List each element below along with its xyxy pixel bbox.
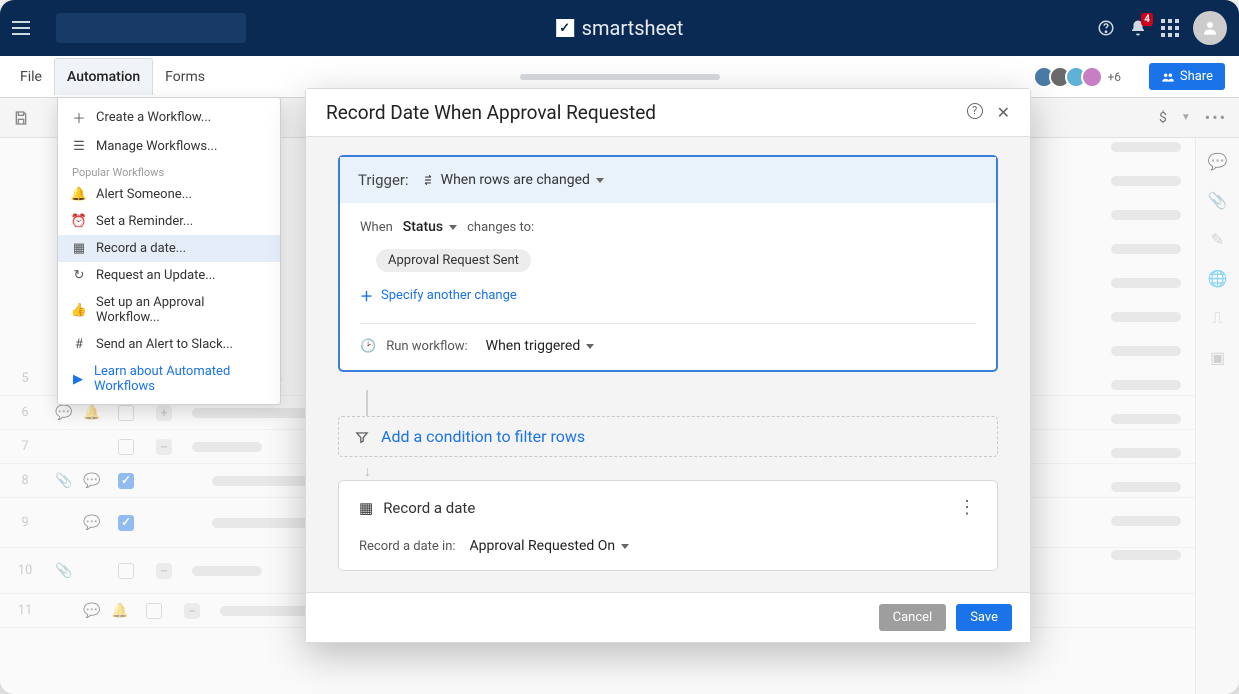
run-label: Run workflow: xyxy=(386,339,467,354)
menu-set-reminder[interactable]: ⏰Set a Reminder... xyxy=(58,208,280,235)
automation-dropdown: ＋Create a Workflow... ☰Manage Workflows.… xyxy=(57,97,281,405)
trigger-block: Trigger: When rows are changed When Stat… xyxy=(338,155,998,372)
menu-slack-alert[interactable]: #Send an Alert to Slack... xyxy=(58,331,280,358)
modal-title: Record Date When Approval Requested xyxy=(326,101,656,124)
app-header: ✓ smartsheet 4 xyxy=(0,0,1239,56)
menu-request-update[interactable]: ↻Request an Update... xyxy=(58,262,280,289)
logo-icon: ✓ xyxy=(556,19,574,37)
close-icon[interactable]: ✕ xyxy=(997,103,1010,122)
kebab-icon[interactable]: ⋮ xyxy=(958,497,977,518)
menu-alert-someone[interactable]: 🔔Alert Someone... xyxy=(58,181,280,208)
save-icon[interactable] xyxy=(12,109,30,127)
currency-icon[interactable]: $ xyxy=(1159,110,1167,126)
trigger-label: Trigger: xyxy=(358,171,409,189)
menu-record-date[interactable]: ▦Record a date... xyxy=(58,235,280,262)
when-label: When xyxy=(360,220,393,235)
clock-icon: 🕑 xyxy=(360,339,376,354)
menu-approval-workflow[interactable]: 👍Set up an Approval Workflow... xyxy=(58,289,280,331)
brand-logo: ✓ smartsheet xyxy=(556,16,684,40)
menu-forms[interactable]: Forms xyxy=(153,59,217,95)
menu-learn-workflows[interactable]: ▶Learn about Automated Workflows xyxy=(58,358,280,400)
collaborators[interactable]: +6 xyxy=(1039,66,1121,88)
action-block: ▦ Record a date ⋮ Record a date in: Appr… xyxy=(338,480,998,571)
collab-overflow: +6 xyxy=(1107,70,1121,84)
menu-file[interactable]: File xyxy=(8,59,54,95)
trigger-type-select[interactable]: When rows are changed xyxy=(421,172,604,188)
action-title: Record a date xyxy=(383,499,475,517)
menu-icon[interactable] xyxy=(12,12,44,44)
arrow-down-icon: ↓ xyxy=(364,463,998,480)
add-change-link[interactable]: ＋Specify another change xyxy=(360,286,517,305)
value-chip[interactable]: Approval Request Sent xyxy=(376,249,531,272)
condition-link[interactable]: Add a condition to filter rows xyxy=(381,427,585,446)
notification-badge: 4 xyxy=(1141,13,1153,26)
date-column-select[interactable]: Approval Requested On xyxy=(470,538,630,554)
condition-block[interactable]: Add a condition to filter rows xyxy=(338,416,998,457)
modal-help-icon[interactable]: ? xyxy=(967,103,983,119)
workflow-modal: Record Date When Approval Requested ? ✕ … xyxy=(305,88,1031,643)
action-label: Record a date in: xyxy=(359,539,456,554)
share-button[interactable]: Share xyxy=(1149,63,1225,90)
save-button[interactable]: Save xyxy=(956,604,1012,631)
menu-create-workflow[interactable]: ＋Create a Workflow... xyxy=(58,102,280,133)
dropdown-header: Popular Workflows xyxy=(58,160,280,181)
search-input[interactable] xyxy=(56,13,246,43)
menu-automation[interactable]: Automation xyxy=(54,58,153,95)
sheet-drag-handle[interactable] xyxy=(520,74,720,80)
bell-icon[interactable]: 4 xyxy=(1129,19,1147,37)
help-icon[interactable] xyxy=(1097,19,1115,37)
more-icon[interactable]: ••• xyxy=(1205,108,1227,127)
brand-text: smartsheet xyxy=(582,16,684,40)
cancel-button[interactable]: Cancel xyxy=(879,604,947,631)
menu-manage-workflows[interactable]: ☰Manage Workflows... xyxy=(58,133,280,160)
run-select[interactable]: When triggered xyxy=(486,338,595,354)
apps-icon[interactable] xyxy=(1161,19,1179,37)
changes-to-label: changes to: xyxy=(467,220,534,235)
field-select[interactable]: Status xyxy=(403,219,457,235)
calendar-icon: ▦ xyxy=(359,499,373,517)
filter-icon xyxy=(355,430,369,444)
avatar[interactable] xyxy=(1193,11,1227,45)
